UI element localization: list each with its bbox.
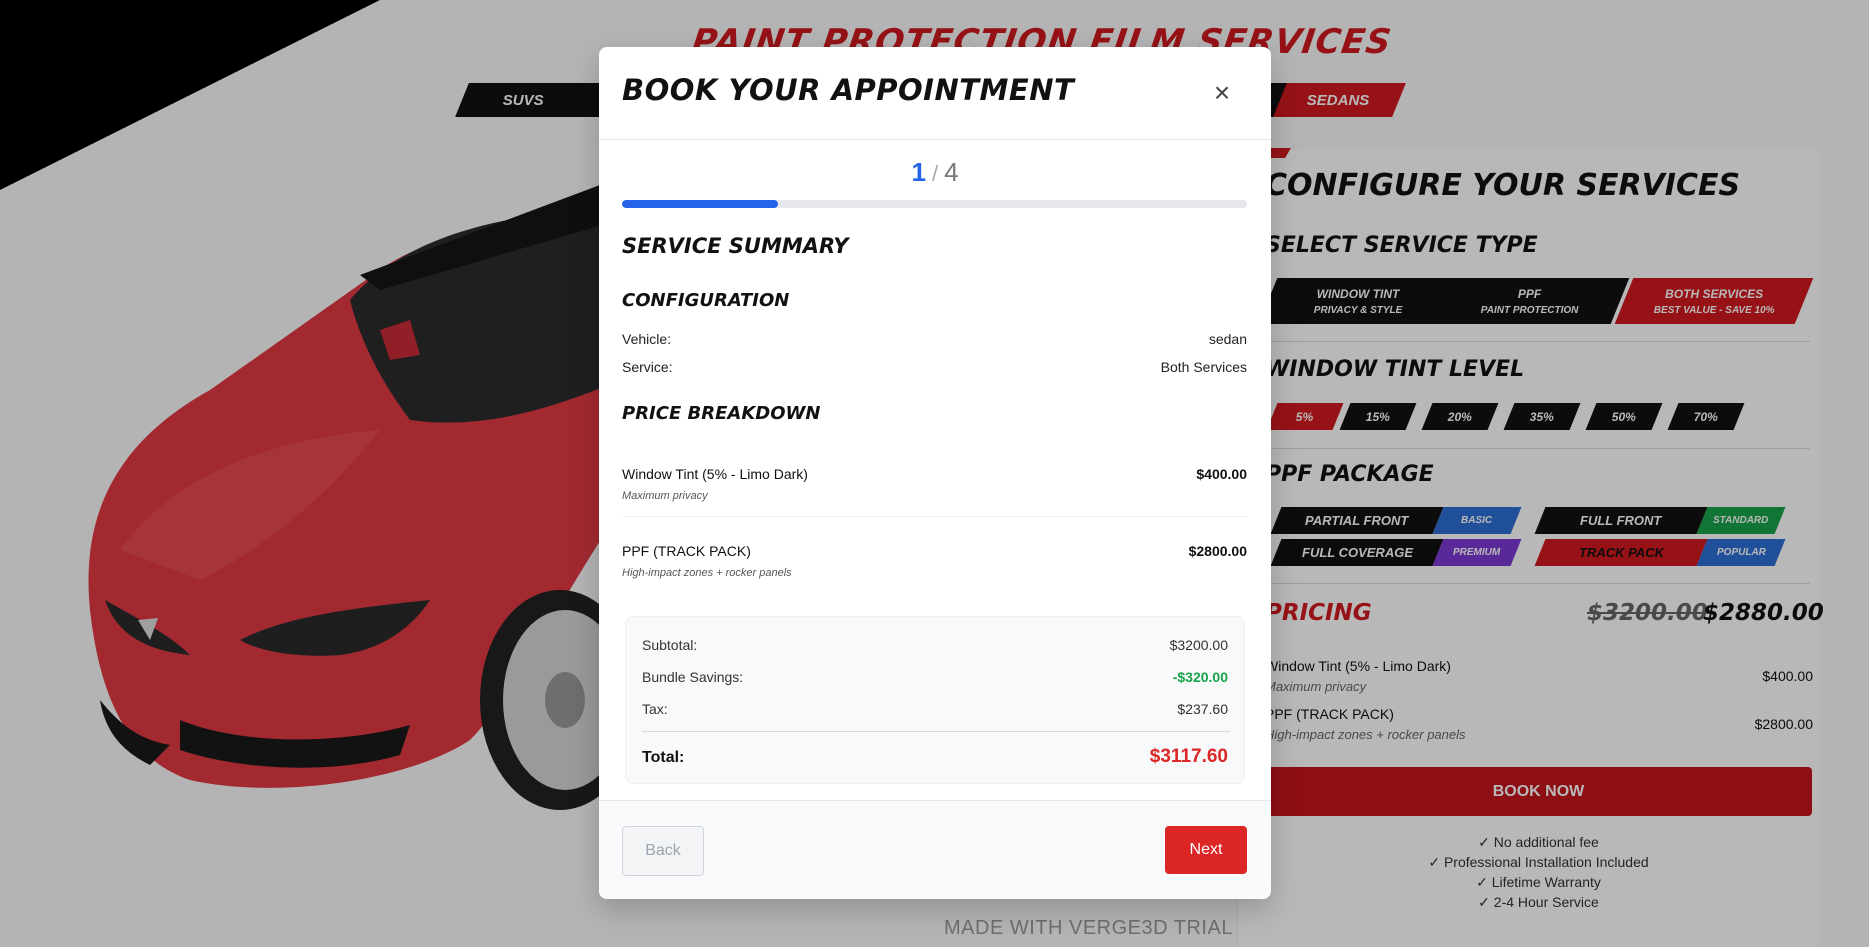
step-current: 1 (911, 157, 926, 187)
modal-title: BOOK YOUR APPOINTMENT (622, 73, 1075, 107)
line-item-name: PPF (TRACK PACK) (622, 543, 751, 559)
modal-footer: Back Next (599, 800, 1271, 899)
back-button[interactable]: Back (622, 826, 704, 876)
line-item-desc: Maximum privacy (622, 490, 708, 502)
totals-box: Subtotal: $3200.00 Bundle Savings: -$320… (625, 616, 1245, 784)
next-button[interactable]: Next (1165, 826, 1247, 874)
progress-fill (622, 200, 779, 208)
total-value: $3117.60 (1149, 746, 1228, 767)
line-item-desc: High-impact zones + rocker panels (622, 567, 792, 579)
subtotal-label: Subtotal: (642, 637, 698, 653)
line-item-price: $400.00 (1196, 466, 1247, 482)
step-separator: / (931, 161, 939, 186)
vehicle-value: sedan (1208, 331, 1247, 347)
tax-label: Tax: (642, 701, 668, 717)
service-summary-title: SERVICE SUMMARY (622, 234, 849, 258)
total-label: Total: (642, 749, 685, 766)
vehicle-label: Vehicle: (622, 331, 672, 347)
progress-bar (622, 200, 1247, 208)
close-icon[interactable]: × (1204, 75, 1240, 111)
modal-header: BOOK YOUR APPOINTMENT × (599, 47, 1271, 140)
line-item-price: $2800.00 (1188, 543, 1247, 559)
service-label: Service: (622, 359, 673, 375)
configuration-title: CONFIGURATION (622, 290, 790, 311)
booking-modal: BOOK YOUR APPOINTMENT × 1/4 SERVICE SUMM… (599, 47, 1271, 899)
step-total: 4 (944, 157, 959, 187)
savings-value: -$320.00 (1172, 669, 1228, 685)
divider (642, 731, 1230, 732)
divider (622, 516, 1247, 517)
savings-label: Bundle Savings: (642, 669, 744, 685)
line-item-name: Window Tint (5% - Limo Dark) (622, 466, 808, 482)
subtotal-value: $3200.00 (1169, 637, 1228, 653)
price-breakdown-title: PRICE BREAKDOWN (622, 403, 821, 424)
service-value: Both Services (1160, 359, 1247, 375)
step-indicator: 1/4 (599, 157, 1271, 188)
tax-value: $237.60 (1177, 701, 1228, 717)
